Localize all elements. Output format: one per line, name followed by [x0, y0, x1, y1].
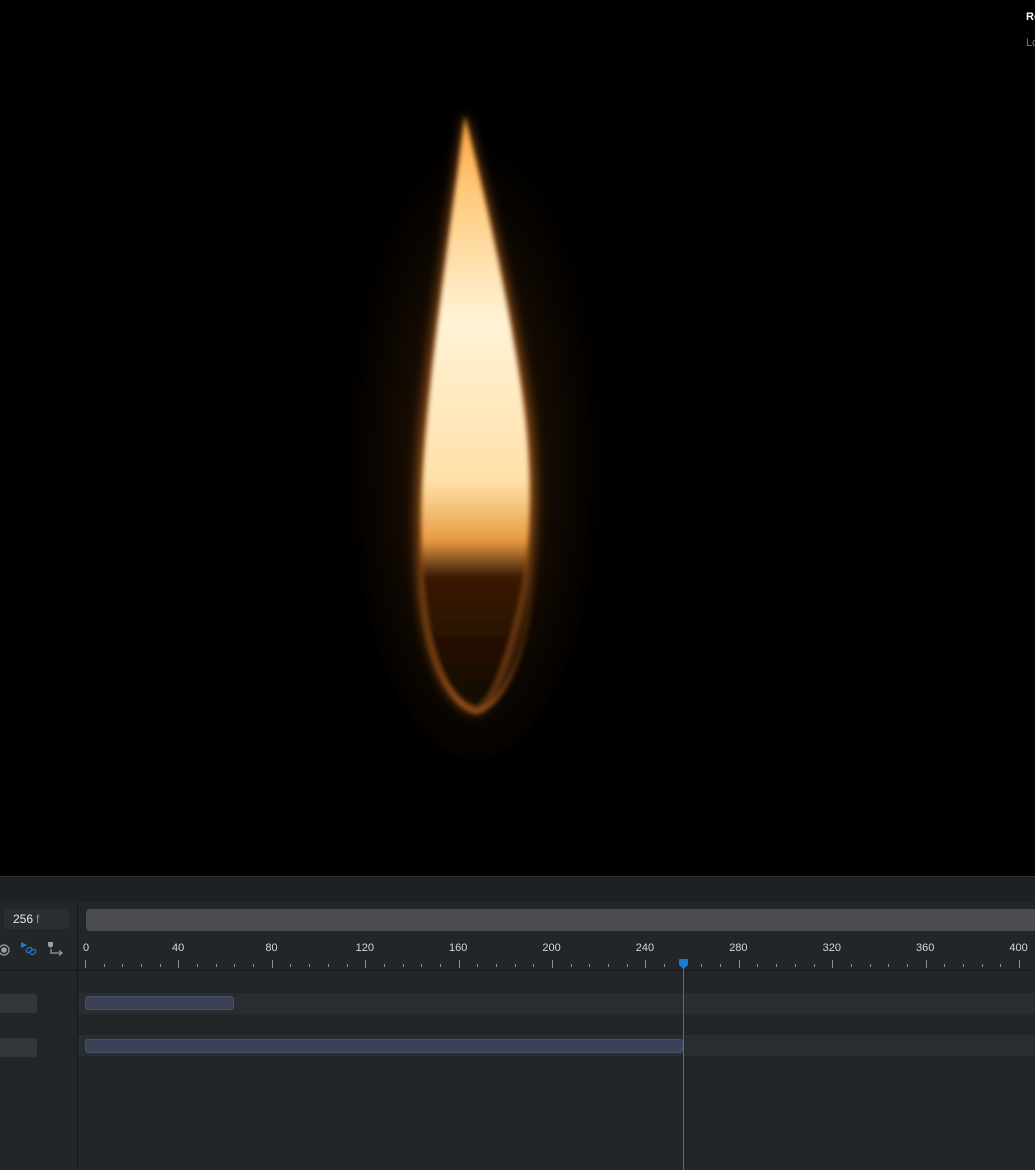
playhead-handle[interactable] [679, 956, 688, 969]
ruler-label-280: 280 [729, 942, 748, 954]
ruler-tick [477, 964, 479, 967]
timeline-panel: 256 f 0 40 80 120 160 200 240 280 320 36… [0, 876, 1035, 1170]
ruler-label-200: 200 [542, 942, 561, 954]
ruler-tick [346, 964, 348, 967]
track-clip-2[interactable] [85, 1039, 683, 1053]
ruler-tick [383, 964, 385, 967]
ruler-label-120: 120 [355, 942, 374, 954]
ruler-tick [925, 960, 927, 968]
track-row-2[interactable] [78, 1035, 1035, 1056]
ruler-tick [570, 964, 572, 967]
ruler-tick [327, 964, 329, 967]
frame-unit-label: f [36, 912, 40, 926]
ruler-tick [1019, 960, 1020, 968]
ruler-label-160: 160 [449, 942, 468, 954]
ruler-tick [197, 964, 199, 967]
track-row-spacer [78, 1014, 1035, 1035]
ruler-label-240: 240 [635, 942, 655, 954]
ruler-tick [589, 964, 591, 967]
ruler-tick [85, 960, 86, 968]
record-icon[interactable] [0, 943, 10, 961]
ruler-tick [103, 964, 105, 967]
current-frame-value: 256 [13, 912, 34, 926]
ruler-tick [178, 960, 180, 968]
ruler-tick [458, 960, 460, 968]
ruler-tick [794, 964, 796, 967]
ruler-tick [832, 960, 834, 968]
left-header-divider [0, 970, 77, 971]
timeline-left-panel: 256 f [0, 901, 78, 1170]
ruler-tick [962, 964, 964, 967]
ruler-label-360: 360 [916, 942, 935, 954]
track-clip-1[interactable] [85, 996, 235, 1010]
ruler-tick [215, 964, 217, 967]
ruler-tick [664, 964, 666, 967]
key-arrow-icon[interactable] [47, 941, 65, 962]
ruler-tick [720, 964, 722, 967]
ruler-tick [813, 964, 815, 967]
ruler-tick [1000, 964, 1002, 967]
ruler-tick [159, 964, 161, 967]
timeline-ruler[interactable]: 0 40 80 120 160 200 240 280 320 360 400 [78, 936, 1035, 971]
ruler-tick [888, 964, 890, 967]
ruler-label-0: 0 [83, 942, 90, 954]
auto-key-link-icon[interactable] [20, 941, 38, 962]
ruler-tick [944, 964, 946, 967]
ruler-tick [514, 964, 516, 967]
ruler-label-400: 400 [1009, 942, 1028, 954]
track-label-1[interactable] [0, 994, 37, 1013]
ruler-label-80: 80 [265, 942, 278, 954]
timeline-scrollbar[interactable] [86, 909, 1035, 931]
ruler-label-40: 40 [172, 942, 185, 954]
track-row-1[interactable] [78, 993, 1035, 1014]
ruler-tick [271, 960, 273, 968]
ruler-tick [608, 964, 610, 967]
timeline-header-bar [0, 876, 1035, 902]
ruler-tick [122, 964, 124, 967]
ruler-tick [421, 964, 423, 967]
candle-flame-render [345, 100, 605, 760]
panel-subtitle: Lo [1026, 37, 1035, 49]
ruler-tick [869, 964, 871, 967]
ruler-tick [738, 960, 740, 968]
playhead-line[interactable] [683, 961, 684, 1170]
ruler-tick [981, 964, 983, 967]
ruler-tick [533, 964, 535, 967]
ruler-tick [290, 964, 292, 967]
ruler-tick [776, 964, 778, 967]
ruler-tick [141, 964, 143, 967]
ruler-tick [626, 964, 628, 967]
ruler-tick [495, 964, 497, 967]
ruler-tick [234, 964, 236, 967]
ruler-tick [701, 964, 703, 967]
ruler-tick [850, 964, 852, 967]
ruler-tick [253, 964, 255, 967]
ruler-tick [645, 960, 647, 968]
render-viewport[interactable]: Re Lo [0, 0, 1035, 876]
ruler-tick [309, 964, 311, 967]
ruler-tick [402, 964, 404, 967]
ruler-tick [906, 964, 908, 967]
ruler-tick [439, 964, 441, 967]
track-row-empty [78, 972, 1035, 993]
ruler-tick [757, 964, 759, 967]
current-frame-field[interactable]: 256 f [4, 909, 69, 929]
ruler-tick [365, 960, 367, 968]
ruler-tick [552, 960, 553, 968]
ruler-label-320: 320 [822, 942, 841, 954]
panel-title: Re [1026, 11, 1035, 23]
track-label-2[interactable] [0, 1038, 37, 1057]
